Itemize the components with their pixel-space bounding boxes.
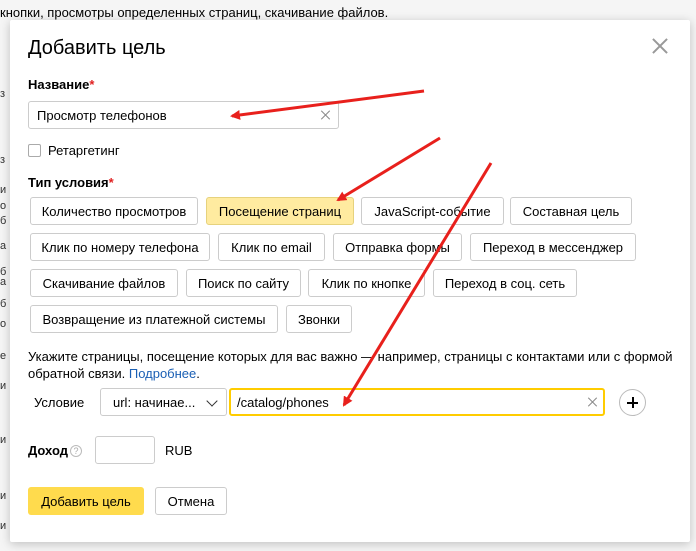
condition-email-click[interactable]: Клик по email	[218, 233, 325, 261]
close-icon[interactable]	[650, 36, 670, 56]
condition-button-click[interactable]: Клик по кнопке	[308, 269, 425, 297]
add-condition-button[interactable]	[619, 389, 646, 416]
income-label: Доход	[28, 443, 68, 458]
condition-javascript-event[interactable]: JavaScript-событие	[361, 197, 504, 225]
add-goal-button[interactable]: Добавить цель	[28, 487, 144, 515]
condition-hint: Укажите страницы, посещение которых для …	[28, 349, 673, 381]
clear-url-icon[interactable]	[587, 396, 599, 408]
name-label: Название*	[28, 77, 95, 92]
condition-operator-select[interactable]: url: начинае...	[100, 388, 227, 416]
dialog-title: Добавить цель	[28, 37, 166, 59]
required-mark: *	[89, 77, 95, 92]
income-input[interactable]	[95, 436, 155, 464]
condition-page-visit[interactable]: Посещение страниц	[206, 197, 354, 225]
condition-composite-goal[interactable]: Составная цель	[510, 197, 632, 225]
retargeting-row[interactable]: Ретаргетинг	[28, 143, 120, 158]
condition-form-submit[interactable]: Отправка формы	[333, 233, 462, 261]
help-icon[interactable]: ?	[70, 445, 82, 457]
condition-view-count[interactable]: Количество просмотров	[30, 197, 198, 225]
clear-name-icon[interactable]	[320, 109, 332, 121]
condition-social-click[interactable]: Переход в соц. сеть	[433, 269, 577, 297]
condition-label: Условие	[34, 395, 85, 410]
goal-name-input[interactable]	[28, 101, 339, 129]
cancel-button[interactable]: Отмена	[155, 487, 227, 515]
condition-site-search[interactable]: Поиск по сайту	[186, 269, 301, 297]
condition-calls[interactable]: Звонки	[286, 305, 352, 333]
required-mark: *	[108, 175, 114, 190]
url-input[interactable]	[229, 388, 605, 416]
currency-label: RUB	[165, 443, 193, 458]
retargeting-checkbox[interactable]	[28, 144, 41, 157]
retargeting-label: Ретаргетинг	[48, 143, 120, 158]
more-info-link[interactable]: Подробнее	[129, 366, 196, 381]
condition-type-label: Тип условия*	[28, 175, 114, 190]
condition-phone-click[interactable]: Клик по номеру телефона	[30, 233, 210, 261]
condition-messenger-click[interactable]: Переход в мессенджер	[470, 233, 636, 261]
condition-payment-return[interactable]: Возвращение из платежной системы	[30, 305, 278, 333]
add-goal-dialog: Добавить цель Название* Ретаргетинг Тип …	[10, 20, 690, 542]
chevron-down-icon	[206, 395, 218, 407]
condition-file-download[interactable]: Скачивание файлов	[30, 269, 178, 297]
